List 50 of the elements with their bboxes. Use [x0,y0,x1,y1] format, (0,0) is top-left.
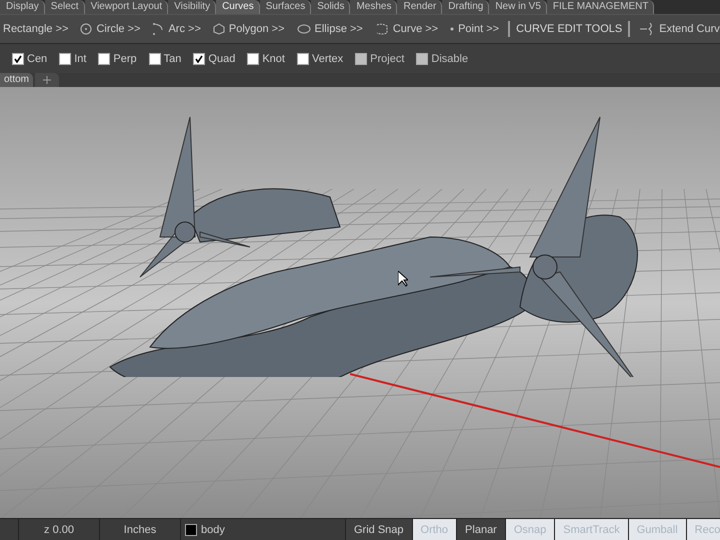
curve-tool-button[interactable]: Curve >> [372,23,442,35]
curve-tool-button[interactable]: Point >> [447,23,502,35]
ribbon-tab[interactable]: Display [0,0,45,14]
z-coordinate: z 0.00 [19,519,100,540]
curve-tool-button[interactable]: Arc >> [149,22,204,36]
ribbon-tab[interactable]: Meshes [350,0,398,14]
tool-label: Polygon >> [228,23,285,35]
units-label: Inches [100,519,181,540]
checkmark-icon [195,54,204,62]
ribbon-tab[interactable]: FILE MANAGEMENT [546,0,654,14]
plus-icon [43,76,52,84]
ribbon-tab[interactable]: Curves [216,0,260,14]
ribbon-tab[interactable]: Surfaces [260,0,312,14]
tool-label: Extend Curv [659,23,720,35]
polygon-icon [212,23,225,35]
osnap-checkbox[interactable]: Quad [193,52,236,64]
curve-tool-button[interactable]: Ellipse >> [294,23,366,35]
ribbon-tab[interactable]: Solids [311,0,350,14]
curve-tool-button[interactable]: Polygon >> [210,23,288,35]
curve-icon [374,23,389,35]
circle-icon [80,23,92,35]
osnap-checkbox[interactable]: Tan [148,52,182,64]
ribbon-tab[interactable]: New in V5 [489,0,547,14]
osnap-checkbox[interactable]: Cen [12,52,48,64]
osnap-checkbox[interactable]: Knot [247,52,285,64]
viewport-tab[interactable]: ottom [0,73,34,87]
tool-label: Circle >> [96,23,140,35]
osnap-checkbox[interactable]: Perp [98,52,137,64]
osnap-checkbox[interactable]: Int [59,52,86,64]
toolbar-section-label: CURVE EDIT TOOLS [508,21,630,37]
tool-label: Point >> [458,23,500,35]
ellipse-icon [296,24,311,34]
status-toggle-button[interactable]: Planar [457,519,506,540]
ribbon-tab[interactable]: Select [44,0,85,14]
add-tab-button[interactable] [35,73,60,87]
status-toggle-button[interactable]: Grid Snap [346,519,413,540]
ribbon-tab[interactable]: Render [397,0,442,14]
checkmark-icon [14,54,22,62]
point-icon [450,27,454,31]
tool-label: Curve >> [392,23,438,35]
tool-label: Ellipse >> [314,23,363,35]
command-button[interactable]: Extend Curv [636,22,720,36]
osnap-checkbox[interactable]: Vertex [296,52,344,64]
arc-icon [152,22,164,36]
ribbon-tab[interactable]: Drafting [442,0,490,14]
tool-label: Arc >> [168,23,201,35]
ribbon-tab[interactable]: Visibility [168,0,216,14]
curve-tool-button[interactable]: Circle >> [77,23,144,35]
mouse-cursor-icon [398,271,408,287]
ribbon-tab[interactable]: Viewport Layout [84,0,168,14]
